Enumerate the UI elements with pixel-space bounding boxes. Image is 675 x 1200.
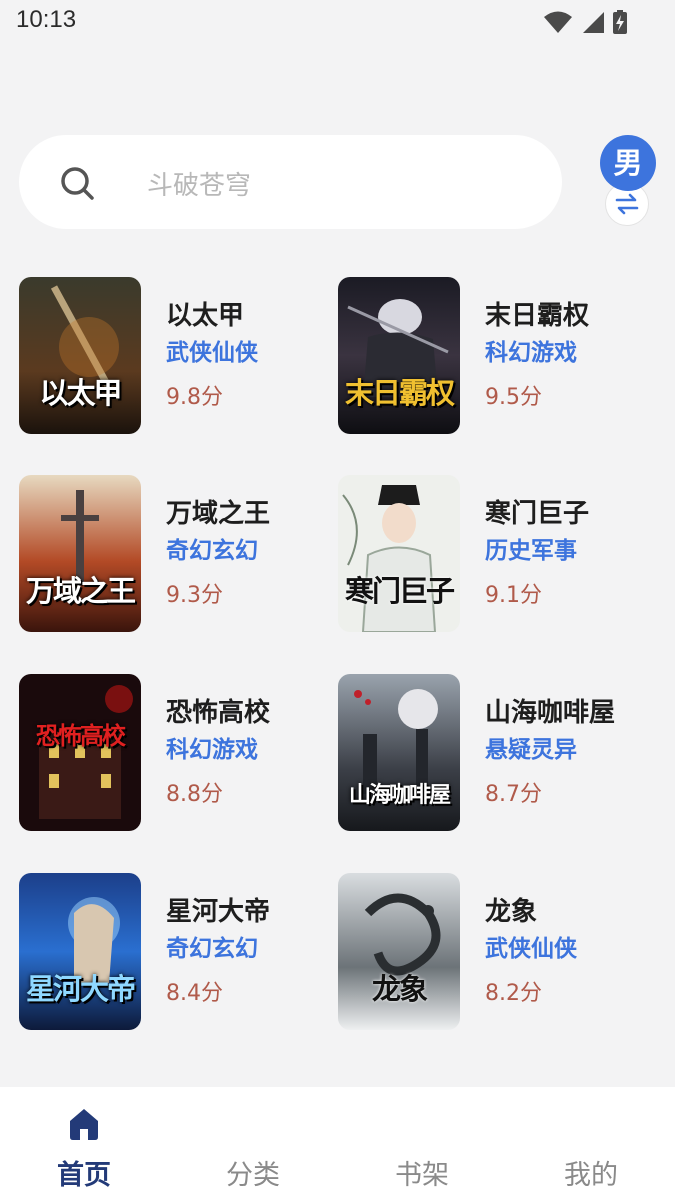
book-cover[interactable]: 星河大帝 (19, 873, 141, 1030)
cover-title: 龙象 (371, 972, 428, 1006)
cover-title: 万域之王 (25, 574, 136, 608)
book-genre: 奇幻玄幻 (166, 936, 258, 962)
book-score: 9.3分 (166, 583, 223, 608)
book-item[interactable]: 以太甲 以太甲 武侠仙侠 9.8分 (19, 277, 337, 437)
book-genre: 奇幻玄幻 (166, 538, 258, 564)
status-time: 10:13 (16, 6, 77, 33)
wifi-icon (544, 11, 572, 33)
book-score: 9.5分 (485, 385, 542, 410)
book-genre: 历史军事 (485, 538, 577, 564)
book-title[interactable]: 万域之王 (166, 493, 270, 530)
home-icon (70, 1109, 98, 1140)
book-cover[interactable]: 末日霸权 (338, 277, 460, 434)
cover-title: 寒门巨子 (344, 574, 455, 608)
nav-tab-mine[interactable]: 我的 (507, 1087, 675, 1200)
nav-label: 我的 (564, 1160, 618, 1191)
bottom-nav: 首页 分类 书架 我的 (0, 1087, 675, 1200)
cover-title: 山海咖啡屋 (348, 782, 451, 808)
book-title[interactable]: 龙象 (485, 891, 537, 928)
book-item[interactable]: 星河大帝 星河大帝 奇幻玄幻 8.4分 (19, 873, 337, 1033)
book-item[interactable]: 山海咖啡屋 山海咖啡屋 悬疑灵异 8.7分 (338, 674, 656, 834)
book-score: 8.2分 (485, 981, 542, 1006)
cellular-signal-icon (583, 12, 604, 33)
cover-art (19, 674, 141, 831)
book-item[interactable]: 龙象 龙象 武侠仙侠 8.2分 (338, 873, 656, 1033)
cover-title: 以太甲 (39, 376, 122, 410)
nav-tab-home[interactable]: 首页 (0, 1087, 168, 1200)
book-title[interactable]: 末日霸权 (485, 295, 589, 332)
book-item[interactable]: 末日霸权 末日霸权 科幻游戏 9.5分 (338, 277, 656, 437)
battery-charging-icon (613, 10, 627, 34)
nav-label: 书架 (395, 1160, 449, 1191)
book-genre: 科幻游戏 (166, 737, 258, 763)
nav-tab-category[interactable]: 分类 (169, 1087, 337, 1200)
cover-title: 末日霸权 (344, 376, 455, 410)
book-cover[interactable]: 万域之王 (19, 475, 141, 632)
book-score: 8.8分 (166, 782, 223, 807)
book-score: 8.4分 (166, 981, 223, 1006)
book-title[interactable]: 山海咖啡屋 (485, 692, 615, 729)
book-score: 9.1分 (485, 583, 542, 608)
search-placeholder: 斗破苍穹 (147, 171, 252, 201)
book-title[interactable]: 以太甲 (166, 295, 244, 332)
search-icon (61, 167, 94, 200)
book-genre: 科幻游戏 (485, 340, 577, 366)
nav-label: 分类 (226, 1160, 280, 1191)
cover-title: 恐怖高校 (36, 721, 126, 750)
status-bar: 10:13 (0, 0, 675, 48)
cover-title: 星河大帝 (25, 972, 136, 1006)
book-cover[interactable]: 龙象 (338, 873, 460, 1030)
gender-badge[interactable]: 男 (600, 135, 656, 191)
book-genre: 悬疑灵异 (485, 737, 577, 763)
book-title[interactable]: 寒门巨子 (485, 493, 589, 530)
swap-arrows-icon (615, 193, 639, 215)
book-item[interactable]: 恐怖高校 恐怖高校 科幻游戏 8.8分 (19, 674, 337, 834)
book-item[interactable]: 寒门巨子 寒门巨子 历史军事 9.1分 (338, 475, 656, 635)
book-genre: 武侠仙侠 (485, 936, 577, 962)
nav-label: 首页 (57, 1160, 111, 1191)
nav-tab-bookshelf[interactable]: 书架 (338, 1087, 506, 1200)
book-score: 9.8分 (166, 385, 223, 410)
book-cover[interactable]: 山海咖啡屋 (338, 674, 460, 831)
book-cover[interactable]: 以太甲 (19, 277, 141, 434)
book-title[interactable]: 星河大帝 (166, 891, 270, 928)
book-title[interactable]: 恐怖高校 (166, 692, 270, 729)
book-cover[interactable]: 恐怖高校 (19, 674, 141, 831)
gender-switch[interactable]: 男 (600, 135, 658, 230)
book-item[interactable]: 万域之王 万域之王 奇幻玄幻 9.3分 (19, 475, 337, 635)
search-bar[interactable]: 斗破苍穹 (19, 135, 562, 229)
book-genre: 武侠仙侠 (166, 340, 258, 366)
book-score: 8.7分 (485, 782, 542, 807)
book-cover[interactable]: 寒门巨子 (338, 475, 460, 632)
status-icons (543, 10, 627, 34)
